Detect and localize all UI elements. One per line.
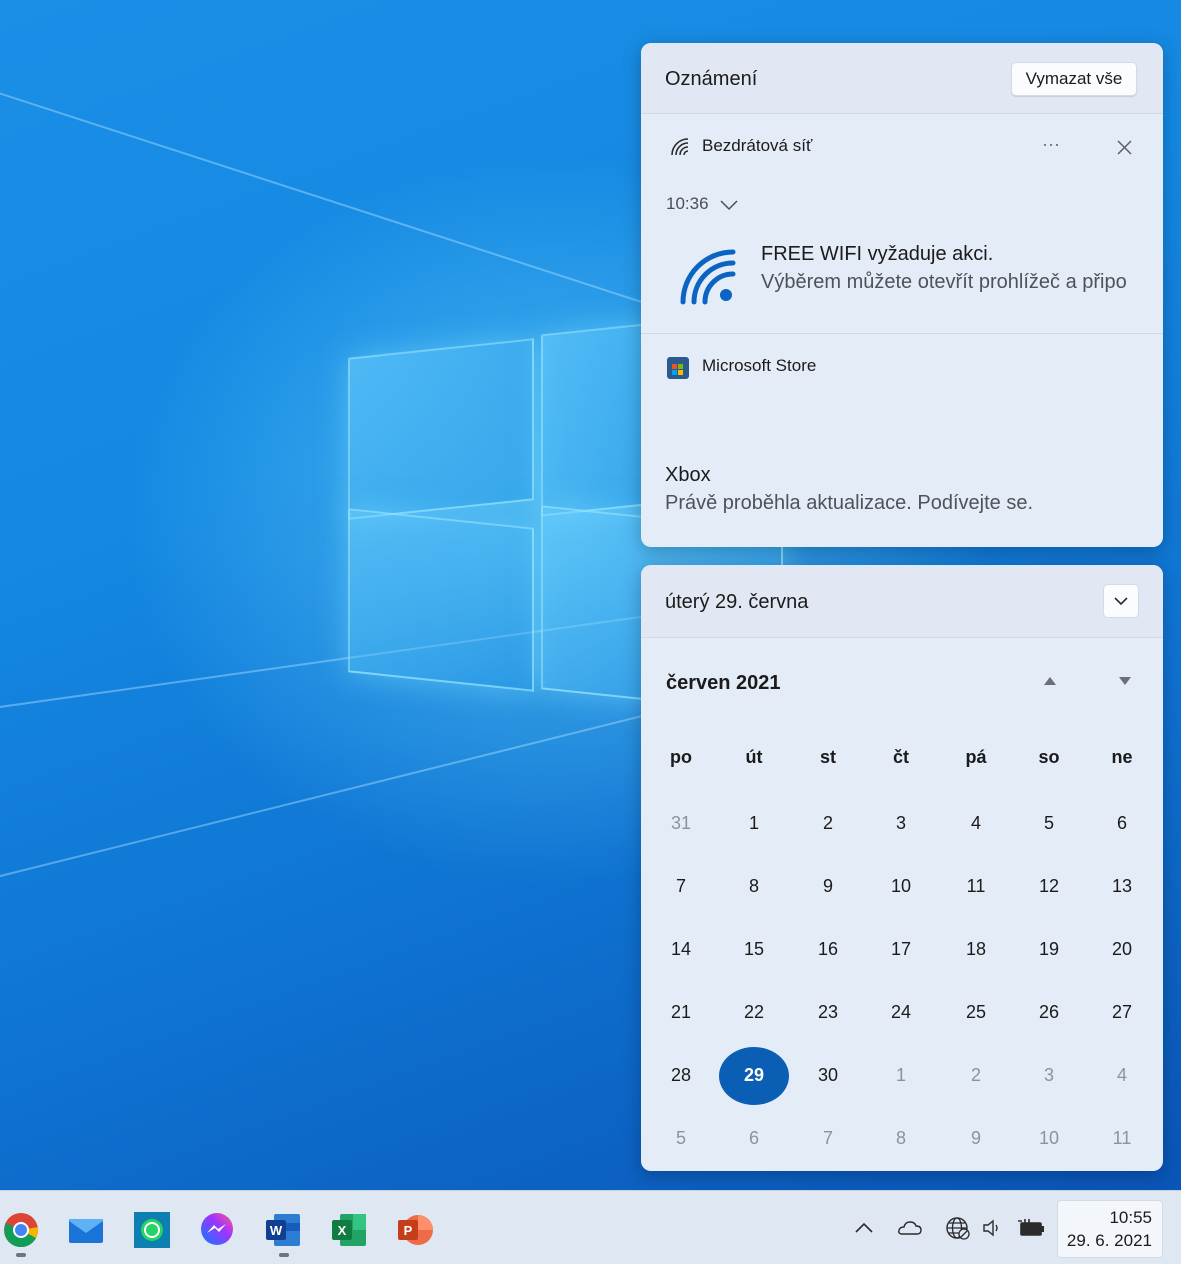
calendar-day[interactable]: 9 — [798, 876, 858, 897]
volume-icon[interactable] — [980, 1215, 1006, 1241]
taskbar: W X P 10:55 29. 6. 2021 — [0, 1190, 1181, 1264]
onedrive-icon[interactable] — [897, 1215, 923, 1241]
calendar-day[interactable]: 11 — [946, 876, 1006, 897]
calendar-header: úterý 29. června — [641, 565, 1163, 638]
calendar-day[interactable]: 6 — [1092, 813, 1152, 834]
weekday-header: st — [819, 747, 836, 767]
store-notification[interactable]: Microsoft Store Xbox Právě proběhla aktu… — [641, 334, 1163, 547]
calendar-day[interactable]: 24 — [871, 1002, 931, 1023]
calendar-day[interactable]: 17 — [871, 939, 931, 960]
mail-icon[interactable] — [67, 1211, 105, 1249]
calendar-day[interactable]: 20 — [1092, 939, 1152, 960]
chevron-down-icon — [1114, 597, 1128, 606]
calendar-day[interactable]: 26 — [1019, 1002, 1079, 1023]
windows-logo-pane — [348, 508, 534, 692]
calendar-day[interactable]: 5 — [651, 1128, 711, 1149]
calendar-day[interactable]: 28 — [651, 1065, 711, 1086]
calendar-day[interactable]: 15 — [724, 939, 784, 960]
notification-time: 10:36 — [666, 194, 709, 213]
previous-month-button[interactable] — [1043, 676, 1057, 686]
calendar-day[interactable]: 16 — [798, 939, 858, 960]
calendar-day[interactable]: 25 — [946, 1002, 1006, 1023]
weekday-header: út — [745, 747, 763, 767]
calendar-day[interactable]: 5 — [1019, 813, 1079, 834]
calendar-day[interactable]: 4 — [1092, 1065, 1152, 1086]
calendar-day[interactable]: 23 — [798, 1002, 858, 1023]
store-app-name: Microsoft Store — [702, 356, 817, 375]
wifi-app-icon — [671, 138, 689, 156]
calendar-day[interactable]: 22 — [724, 1002, 784, 1023]
svg-text:X: X — [338, 1223, 347, 1238]
calendar-day[interactable]: 19 — [1019, 939, 1079, 960]
svg-text:W: W — [270, 1223, 283, 1238]
clear-all-button[interactable]: Vymazat vše — [1011, 62, 1137, 96]
running-indicator — [16, 1253, 26, 1257]
windows-logo-pane — [348, 338, 534, 520]
wifi-notification-heading: FREE WIFI vyžaduje akci. — [761, 243, 994, 265]
calendar-day[interactable]: 7 — [651, 876, 711, 897]
calendar-day[interactable]: 21 — [651, 1002, 711, 1023]
excel-icon[interactable]: X — [330, 1211, 368, 1249]
wifi-app-name: Bezdrátová síť — [702, 136, 813, 155]
clock-date: 29. 6. 2021 — [1066, 1231, 1152, 1250]
calendar-day[interactable]: 1 — [871, 1065, 931, 1086]
calendar-day[interactable]: 8 — [724, 876, 784, 897]
store-notification-heading: Xbox — [665, 464, 711, 486]
notification-center: Oznámení Vymazat vše Bezdrátová síť ··· … — [641, 43, 1163, 547]
network-globe-icon[interactable] — [945, 1215, 971, 1241]
calendar-day[interactable]: 7 — [798, 1128, 858, 1149]
weekday-header: čt — [892, 747, 909, 767]
calendar-day[interactable]: 30 — [798, 1065, 858, 1086]
powerpoint-icon[interactable]: P — [396, 1211, 434, 1249]
calendar-day[interactable]: 18 — [946, 939, 1006, 960]
next-month-button[interactable] — [1118, 676, 1132, 686]
calendar-flyout: úterý 29. června červen 2021 po út st čt pá s… — [641, 565, 1163, 1171]
calendar-day[interactable]: 13 — [1092, 876, 1152, 897]
calendar-day[interactable]: 2 — [946, 1065, 1006, 1086]
calendar-day[interactable]: 2 — [798, 813, 858, 834]
calendar-day[interactable]: 10 — [871, 876, 931, 897]
calendar-day[interactable]: 11 — [1092, 1128, 1152, 1149]
calendar-day[interactable]: 14 — [651, 939, 711, 960]
store-app-icon — [667, 357, 689, 379]
calendar-day[interactable]: 31 — [651, 813, 711, 834]
messenger-icon[interactable] — [198, 1211, 236, 1249]
chrome-icon[interactable] — [2, 1211, 40, 1249]
weekday-header: so — [1038, 747, 1060, 767]
calendar-day[interactable]: 3 — [1019, 1065, 1079, 1086]
calendar-day[interactable]: 10 — [1019, 1128, 1079, 1149]
current-date: úterý 29. června — [665, 591, 809, 613]
calendar-day[interactable]: 3 — [871, 813, 931, 834]
collapse-calendar-button[interactable] — [1103, 584, 1139, 618]
whatsapp-icon[interactable] — [133, 1211, 171, 1249]
weekday-header: pá — [965, 747, 987, 767]
notification-title: Oznámení — [665, 68, 758, 90]
wifi-notification-body: Výběrem můžete otevřít prohlížeč a připo — [761, 271, 1127, 293]
chevron-up-icon[interactable] — [851, 1215, 877, 1241]
calendar-day[interactable]: 27 — [1092, 1002, 1152, 1023]
chevron-down-icon[interactable] — [720, 199, 738, 211]
clock-time: 10:55 — [1109, 1208, 1152, 1227]
calendar-day-today[interactable]: 29 — [724, 1065, 784, 1086]
calendar-day[interactable]: 8 — [871, 1128, 931, 1149]
more-options-button[interactable]: ··· — [1042, 134, 1060, 155]
running-indicator — [279, 1253, 289, 1257]
close-icon[interactable] — [1117, 140, 1132, 155]
calendar-day[interactable]: 4 — [946, 813, 1006, 834]
word-icon[interactable]: W — [264, 1211, 302, 1249]
calendar-day[interactable]: 9 — [946, 1128, 1006, 1149]
svg-text:P: P — [404, 1223, 413, 1238]
weekday-header: ne — [1111, 747, 1133, 767]
calendar-day[interactable]: 1 — [724, 813, 784, 834]
month-label[interactable]: červen 2021 — [666, 672, 781, 695]
wifi-large-icon — [680, 249, 736, 305]
notification-header: Oznámení Vymazat vše — [641, 43, 1163, 114]
clock-button[interactable]: 10:55 29. 6. 2021 — [1057, 1200, 1163, 1258]
battery-charging-icon[interactable] — [1016, 1215, 1046, 1241]
weekday-header: po — [670, 747, 692, 767]
wifi-notification[interactable]: Bezdrátová síť ··· 10:36 FREE WIFI vyžad… — [641, 114, 1163, 333]
calendar-day[interactable]: 12 — [1019, 876, 1079, 897]
calendar-day[interactable]: 6 — [724, 1128, 784, 1149]
store-notification-body: Právě proběhla aktualizace. Podívejte se… — [665, 492, 1033, 514]
